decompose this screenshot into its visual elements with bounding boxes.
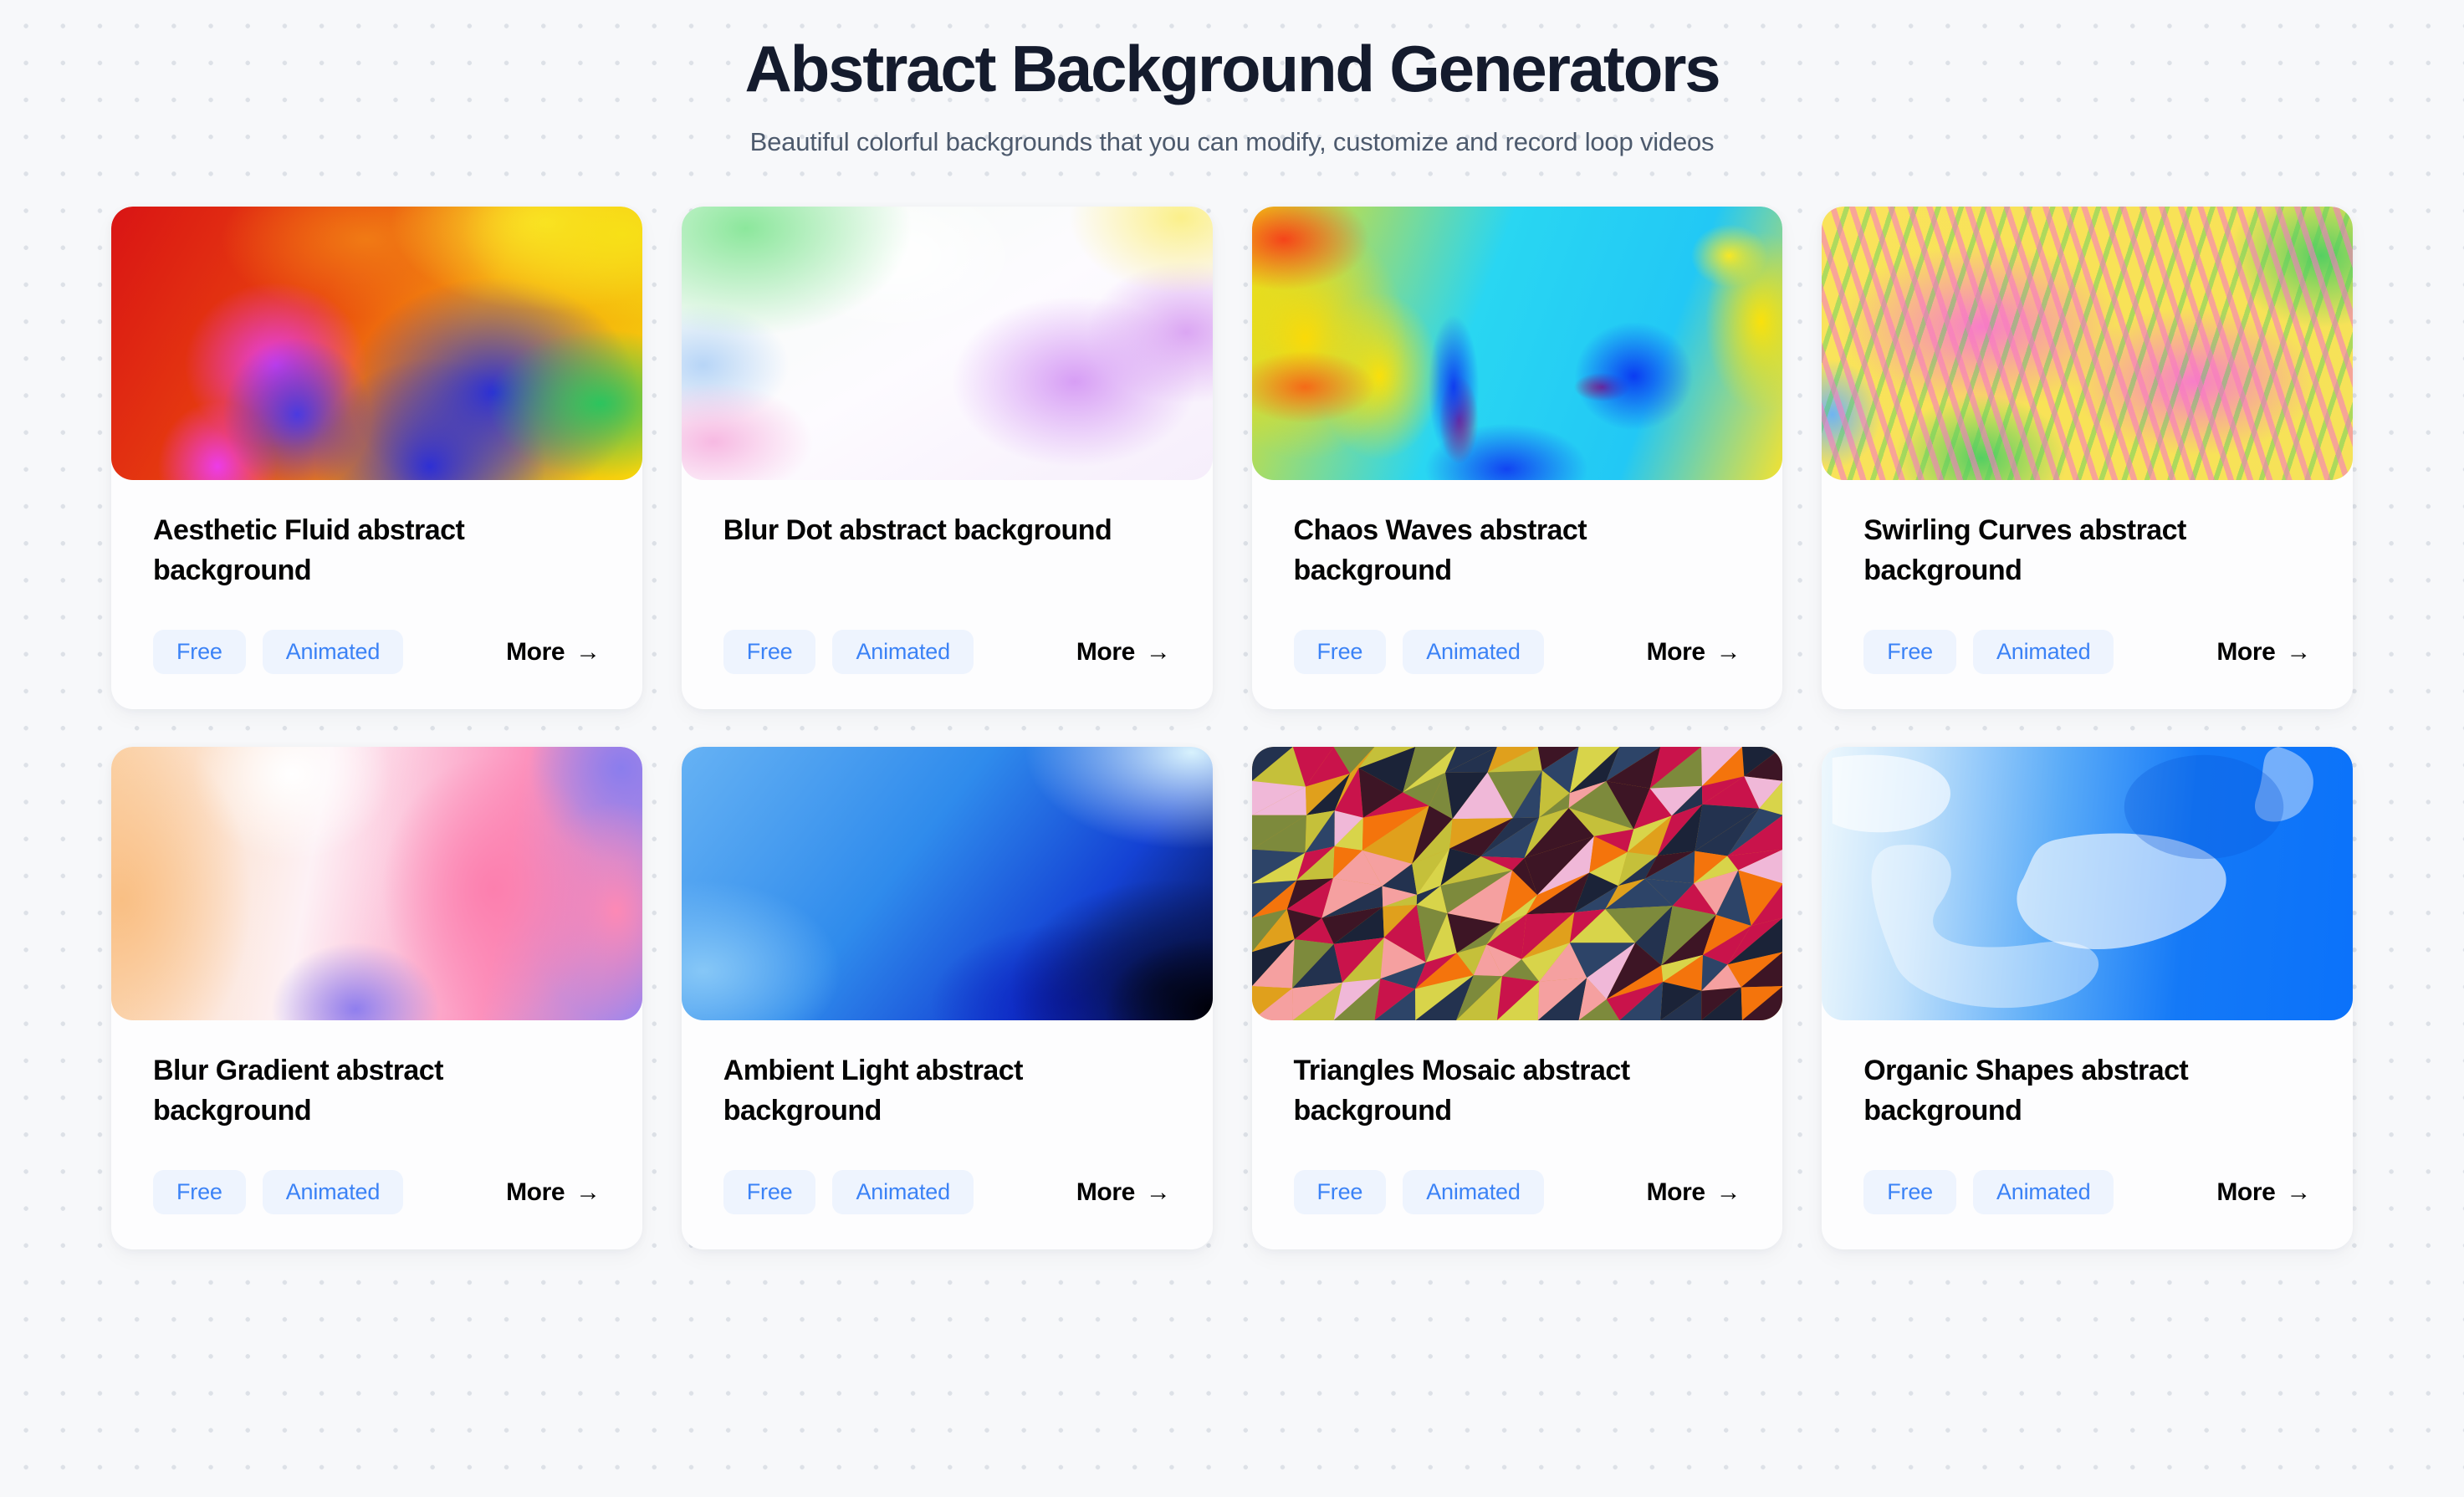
more-link[interactable]: More →: [2216, 638, 2311, 667]
more-link[interactable]: More →: [1076, 638, 1171, 667]
more-link[interactable]: More →: [1647, 1178, 1741, 1207]
more-label: More: [506, 637, 565, 666]
blur-dot-preview[interactable]: [681, 207, 1213, 481]
arrow-right-icon: →: [575, 637, 601, 666]
generator-card-2[interactable]: Blur Dot abstract background Free Animat…: [681, 207, 1213, 710]
card-body: Blur Gradient abstract background Free A…: [111, 1020, 642, 1249]
more-link[interactable]: More →: [2216, 1178, 2311, 1207]
tag-free[interactable]: Free: [153, 1170, 246, 1215]
tag-free[interactable]: Free: [723, 1170, 816, 1215]
more-label: More: [506, 1178, 565, 1206]
chaos-waves-preview[interactable]: [1251, 207, 1783, 481]
card-title: Aesthetic Fluid abstract background: [153, 514, 465, 587]
card-body: Triangles Mosaic abstract background Fre…: [1252, 1020, 1783, 1249]
card-title: Swirling Curves abstract background: [1863, 514, 2186, 587]
page-title: Abstract Background Generators: [744, 32, 1721, 105]
generator-card-5[interactable]: Blur Gradient abstract background Free A…: [111, 747, 642, 1250]
card-body: Blur Dot abstract background Free Animat…: [682, 480, 1213, 709]
arrow-right-icon: →: [2286, 637, 2311, 666]
card-footer: Free Animated More →: [153, 1132, 601, 1215]
page-header: Abstract Background Generators Beautiful…: [0, 0, 2464, 159]
more-link[interactable]: More →: [1647, 638, 1741, 667]
card-footer: Free Animated More →: [1863, 591, 2311, 675]
tag-free[interactable]: Free: [153, 630, 246, 675]
tag-animated[interactable]: Animated: [1403, 1170, 1544, 1215]
ambient-light-preview[interactable]: [681, 747, 1213, 1021]
more-label: More: [2216, 637, 2276, 666]
card-title: Blur Gradient abstract background: [153, 1055, 443, 1127]
arrow-right-icon: →: [1145, 637, 1171, 666]
card-body: Organic Shapes abstract background Free …: [1822, 1020, 2353, 1249]
tag-animated[interactable]: Animated: [1403, 630, 1544, 675]
arrow-right-icon: →: [1145, 1178, 1171, 1206]
page-subtitle: Beautiful colorful backgrounds that you …: [749, 126, 1715, 156]
aesthetic-fluid-preview[interactable]: [111, 207, 642, 481]
triangles-mosaic-preview[interactable]: [1251, 747, 1783, 1021]
card-title: Blur Dot abstract background: [723, 514, 1112, 547]
more-label: More: [1646, 1178, 1705, 1206]
card-body: Chaos Waves abstract background Free Ani…: [1252, 480, 1783, 709]
card-footer: Free Animated More →: [723, 591, 1171, 675]
generator-card-grid: Aesthetic Fluid abstract background Free…: [111, 207, 2353, 1250]
more-label: More: [1076, 637, 1135, 666]
card-body: Swirling Curves abstract background Free…: [1822, 480, 2353, 709]
more-label: More: [1646, 637, 1705, 666]
page-root: Abstract Background Generators Beautiful…: [0, 0, 2464, 1497]
arrow-right-icon: →: [1715, 637, 1741, 666]
card-footer: Free Animated More →: [1293, 1132, 1741, 1215]
card-title: Ambient Light abstract background: [723, 1055, 1024, 1127]
tag-free[interactable]: Free: [1293, 1170, 1387, 1215]
more-link[interactable]: More →: [506, 638, 601, 667]
card-title: Chaos Waves abstract background: [1293, 514, 1587, 587]
card-footer: Free Animated More →: [723, 1132, 1171, 1215]
card-footer: Free Animated More →: [1863, 1132, 2311, 1215]
tag-animated[interactable]: Animated: [832, 630, 974, 675]
generator-card-7[interactable]: Triangles Mosaic abstract background Fre…: [1251, 747, 1783, 1250]
card-body: Aesthetic Fluid abstract background Free…: [111, 480, 642, 709]
blur-gradient-preview[interactable]: [111, 747, 642, 1021]
more-link[interactable]: More →: [1076, 1178, 1171, 1207]
generator-card-1[interactable]: Aesthetic Fluid abstract background Free…: [111, 207, 642, 710]
tag-animated[interactable]: Animated: [1972, 1170, 2114, 1215]
card-body: Ambient Light abstract background Free A…: [682, 1020, 1213, 1249]
card-footer: Free Animated More →: [153, 591, 601, 675]
more-link[interactable]: More →: [506, 1178, 601, 1207]
generator-card-3[interactable]: Chaos Waves abstract background Free Ani…: [1251, 207, 1783, 710]
tag-free[interactable]: Free: [1863, 1170, 1956, 1215]
generator-card-4[interactable]: Swirling Curves abstract background Free…: [1822, 207, 2353, 710]
tag-animated[interactable]: Animated: [262, 1170, 404, 1215]
tag-animated[interactable]: Animated: [1972, 630, 2114, 675]
tag-free[interactable]: Free: [1293, 630, 1387, 675]
tag-animated[interactable]: Animated: [262, 630, 404, 675]
organic-shapes-preview[interactable]: [1822, 747, 2353, 1021]
tag-free[interactable]: Free: [723, 630, 816, 675]
more-label: More: [2216, 1178, 2276, 1206]
card-title: Triangles Mosaic abstract background: [1293, 1055, 1631, 1127]
generator-card-6[interactable]: Ambient Light abstract background Free A…: [681, 747, 1213, 1250]
card-footer: Free Animated More →: [1293, 591, 1741, 675]
tag-animated[interactable]: Animated: [832, 1170, 974, 1215]
more-label: More: [1076, 1178, 1135, 1206]
tag-free[interactable]: Free: [1863, 630, 1956, 675]
card-title: Organic Shapes abstract background: [1863, 1055, 2189, 1127]
arrow-right-icon: →: [2286, 1178, 2311, 1206]
arrow-right-icon: →: [575, 1178, 601, 1206]
generator-card-8[interactable]: Organic Shapes abstract background Free …: [1822, 747, 2353, 1250]
arrow-right-icon: →: [1715, 1178, 1741, 1206]
swirling-curves-preview[interactable]: [1822, 207, 2353, 481]
